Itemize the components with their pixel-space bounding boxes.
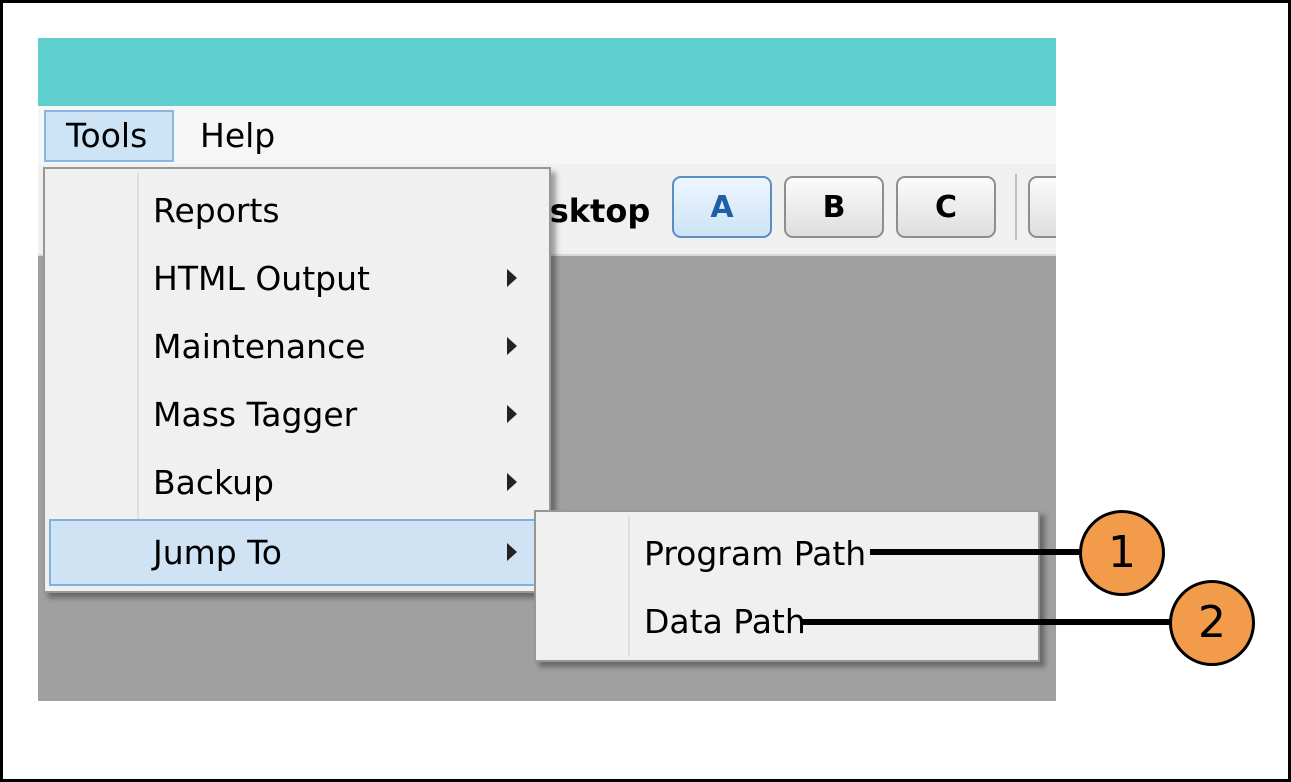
menu-item-label: Backup [153, 463, 274, 502]
submenu-arrow-icon [507, 405, 517, 423]
submenu-arrow-icon [507, 473, 517, 491]
menu-item-html-output[interactable]: HTML Output [49, 245, 545, 312]
callout-2-leader-line [802, 619, 1172, 625]
callout-1-marker: 1 [1079, 510, 1165, 596]
menu-item-mass-tagger[interactable]: Mass Tagger [49, 381, 545, 448]
submenu-arrow-icon [507, 543, 517, 561]
submenu-arrow-icon [507, 337, 517, 355]
desktop-a-button[interactable]: A [672, 176, 772, 238]
title-bar [38, 38, 1056, 106]
menu-help[interactable]: Help [180, 110, 295, 162]
desktop-b-button[interactable]: B [784, 176, 884, 238]
tools-dropdown-menu: Reports HTML Output Maintenance Mass Tag… [43, 167, 551, 593]
toolbar-separator [1015, 174, 1017, 240]
callout-1-leader-line [870, 549, 1082, 555]
menu-tools[interactable]: Tools [44, 110, 174, 162]
menu-item-jump-to[interactable]: Jump To [49, 519, 545, 586]
menu-item-backup[interactable]: Backup [49, 449, 545, 516]
menu-item-label: Data Path [644, 602, 806, 641]
menu-item-label: Program Path [644, 534, 867, 573]
menu-item-label: Mass Tagger [153, 395, 358, 434]
menu-item-label: Jump To [153, 533, 282, 572]
desktop-c-button[interactable]: C [896, 176, 996, 238]
callout-2-marker: 2 [1169, 580, 1255, 666]
menu-item-label: Reports [153, 191, 280, 230]
menu-item-reports[interactable]: Reports [49, 177, 545, 244]
toolbar-button-partial[interactable] [1028, 176, 1056, 238]
menu-item-label: HTML Output [153, 259, 370, 298]
menu-item-label: Maintenance [153, 327, 366, 366]
submenu-arrow-icon [507, 269, 517, 287]
menu-item-maintenance[interactable]: Maintenance [49, 313, 545, 380]
jump-to-submenu: Program Path Data Path [534, 510, 1040, 662]
menu-bar: Tools Help [38, 106, 1056, 164]
